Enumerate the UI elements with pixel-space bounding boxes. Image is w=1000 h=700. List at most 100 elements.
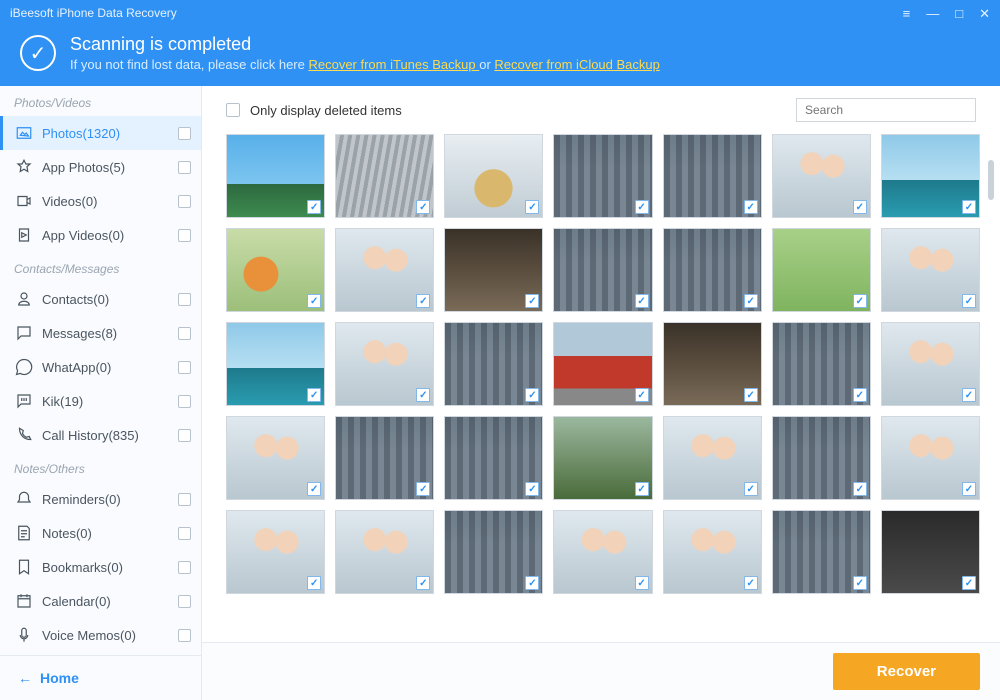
thumbnail[interactable]: ✓ [226, 134, 325, 218]
thumbnail-check-icon[interactable]: ✓ [853, 576, 867, 590]
thumbnail[interactable]: ✓ [444, 228, 543, 312]
thumbnail[interactable]: ✓ [772, 322, 871, 406]
recover-button[interactable]: Recover [833, 653, 980, 690]
thumbnail-scroll[interactable]: ✓✓✓✓✓✓✓✓✓✓✓✓✓✓✓✓✓✓✓✓✓✓✓✓✓✓✓✓✓✓✓✓✓✓✓ [202, 130, 1000, 642]
thumbnail-check-icon[interactable]: ✓ [744, 482, 758, 496]
search-input[interactable] [796, 98, 976, 122]
thumbnail[interactable]: ✓ [335, 416, 434, 500]
menu-icon[interactable]: ≡ [903, 7, 911, 20]
thumbnail-check-icon[interactable]: ✓ [962, 294, 976, 308]
thumbnail[interactable]: ✓ [553, 510, 652, 594]
thumbnail-check-icon[interactable]: ✓ [635, 482, 649, 496]
thumbnail-check-icon[interactable]: ✓ [635, 200, 649, 214]
sidebar-item-call-history[interactable]: Call History(835) [0, 418, 201, 452]
thumbnail[interactable]: ✓ [772, 228, 871, 312]
icloud-backup-link[interactable]: Recover from iCloud Backup [494, 57, 659, 72]
thumbnail[interactable]: ✓ [335, 322, 434, 406]
maximize-icon[interactable]: □ [955, 7, 963, 20]
thumbnail-check-icon[interactable]: ✓ [416, 200, 430, 214]
sidebar-item-checkbox[interactable] [178, 595, 191, 608]
sidebar-item-app-videos[interactable]: App Videos(0) [0, 218, 201, 252]
sidebar-item-calendar[interactable]: Calendar(0) [0, 584, 201, 618]
sidebar-item-messages[interactable]: Messages(8) [0, 316, 201, 350]
sidebar-item-kik[interactable]: Kik(19) [0, 384, 201, 418]
thumbnail[interactable]: ✓ [444, 416, 543, 500]
thumbnail-check-icon[interactable]: ✓ [307, 576, 321, 590]
home-button[interactable]: ← Home [18, 670, 183, 686]
itunes-backup-link[interactable]: Recover from iTunes Backup [308, 57, 479, 72]
sidebar-item-notes[interactable]: Notes(0) [0, 516, 201, 550]
thumbnail-check-icon[interactable]: ✓ [962, 576, 976, 590]
thumbnail-check-icon[interactable]: ✓ [525, 200, 539, 214]
sidebar-item-checkbox[interactable] [178, 327, 191, 340]
thumbnail-check-icon[interactable]: ✓ [307, 200, 321, 214]
thumbnail[interactable]: ✓ [553, 416, 652, 500]
sidebar-item-checkbox[interactable] [178, 293, 191, 306]
thumbnail-check-icon[interactable]: ✓ [416, 576, 430, 590]
sidebar-item-checkbox[interactable] [178, 429, 191, 442]
thumbnail[interactable]: ✓ [226, 228, 325, 312]
thumbnail[interactable]: ✓ [881, 134, 980, 218]
close-icon[interactable]: ✕ [979, 7, 990, 20]
sidebar-item-checkbox[interactable] [178, 395, 191, 408]
thumbnail[interactable]: ✓ [226, 510, 325, 594]
thumbnail[interactable]: ✓ [663, 416, 762, 500]
thumbnail[interactable]: ✓ [335, 510, 434, 594]
thumbnail-check-icon[interactable]: ✓ [962, 482, 976, 496]
sidebar-item-bookmarks[interactable]: Bookmarks(0) [0, 550, 201, 584]
thumbnail[interactable]: ✓ [335, 228, 434, 312]
thumbnail[interactable]: ✓ [553, 228, 652, 312]
thumbnail-check-icon[interactable]: ✓ [635, 388, 649, 402]
thumbnail[interactable]: ✓ [772, 134, 871, 218]
scrollbar-thumb[interactable] [988, 160, 994, 200]
sidebar-item-checkbox[interactable] [178, 527, 191, 540]
thumbnail[interactable]: ✓ [881, 416, 980, 500]
sidebar-item-checkbox[interactable] [178, 561, 191, 574]
thumbnail-check-icon[interactable]: ✓ [962, 388, 976, 402]
only-deleted-checkbox[interactable] [226, 103, 240, 117]
thumbnail[interactable]: ✓ [335, 134, 434, 218]
thumbnail-check-icon[interactable]: ✓ [307, 294, 321, 308]
thumbnail[interactable]: ✓ [881, 228, 980, 312]
sidebar-item-app-photos[interactable]: App Photos(5) [0, 150, 201, 184]
sidebar-item-checkbox[interactable] [178, 629, 191, 642]
thumbnail[interactable]: ✓ [881, 322, 980, 406]
thumbnail[interactable]: ✓ [553, 322, 652, 406]
thumbnail[interactable]: ✓ [444, 322, 543, 406]
sidebar-item-checkbox[interactable] [178, 161, 191, 174]
thumbnail[interactable]: ✓ [663, 228, 762, 312]
thumbnail-check-icon[interactable]: ✓ [416, 294, 430, 308]
thumbnail-check-icon[interactable]: ✓ [744, 200, 758, 214]
sidebar-item-whatapp[interactable]: WhatApp(0) [0, 350, 201, 384]
thumbnail-check-icon[interactable]: ✓ [853, 388, 867, 402]
thumbnail-check-icon[interactable]: ✓ [744, 576, 758, 590]
thumbnail-check-icon[interactable]: ✓ [962, 200, 976, 214]
thumbnail-check-icon[interactable]: ✓ [744, 388, 758, 402]
thumbnail[interactable]: ✓ [663, 322, 762, 406]
sidebar-item-checkbox[interactable] [178, 195, 191, 208]
sidebar-item-contacts[interactable]: Contacts(0) [0, 282, 201, 316]
sidebar-item-photos[interactable]: Photos(1320) [0, 116, 201, 150]
thumbnail-check-icon[interactable]: ✓ [853, 482, 867, 496]
thumbnail-check-icon[interactable]: ✓ [416, 388, 430, 402]
sidebar-item-reminders[interactable]: Reminders(0) [0, 482, 201, 516]
thumbnail-check-icon[interactable]: ✓ [635, 576, 649, 590]
thumbnail[interactable]: ✓ [553, 134, 652, 218]
sidebar-item-voice-memos[interactable]: Voice Memos(0) [0, 618, 201, 652]
sidebar-item-videos[interactable]: Videos(0) [0, 184, 201, 218]
sidebar-item-checkbox[interactable] [178, 361, 191, 374]
thumbnail[interactable]: ✓ [772, 510, 871, 594]
thumbnail[interactable]: ✓ [772, 416, 871, 500]
sidebar-item-checkbox[interactable] [178, 493, 191, 506]
thumbnail[interactable]: ✓ [226, 416, 325, 500]
thumbnail[interactable]: ✓ [444, 134, 543, 218]
thumbnail-check-icon[interactable]: ✓ [525, 388, 539, 402]
thumbnail-check-icon[interactable]: ✓ [525, 294, 539, 308]
sidebar-item-checkbox[interactable] [178, 127, 191, 140]
thumbnail-check-icon[interactable]: ✓ [416, 482, 430, 496]
thumbnail-check-icon[interactable]: ✓ [744, 294, 758, 308]
thumbnail-check-icon[interactable]: ✓ [307, 388, 321, 402]
thumbnail-check-icon[interactable]: ✓ [635, 294, 649, 308]
thumbnail-check-icon[interactable]: ✓ [525, 482, 539, 496]
thumbnail-check-icon[interactable]: ✓ [853, 200, 867, 214]
